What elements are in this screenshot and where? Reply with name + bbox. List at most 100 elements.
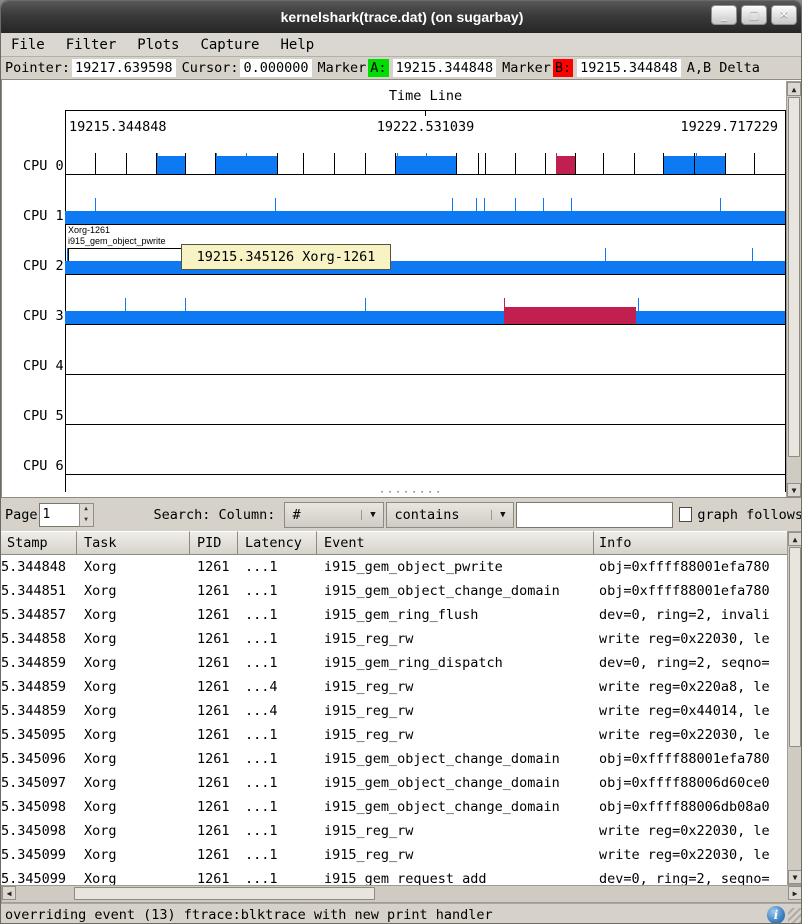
table-scroll-down-icon[interactable]: ▼ [788, 870, 802, 884]
graph-scroll-thumb[interactable] [788, 97, 800, 457]
cpu-plot[interactable] [65, 287, 785, 337]
table-vscrollbar[interactable]: ▲ ▼ [787, 531, 802, 885]
cell-pid: 1261 [190, 871, 238, 885]
scroll-left-icon[interactable]: ◀ [2, 886, 16, 900]
cpu-run-segment-red[interactable] [504, 307, 636, 324]
hover-event-label: i915_gem_object_pwrite [68, 236, 166, 246]
search-bar: Page ▲▼ Search: Column: # ▼ contains ▼ g… [1, 498, 802, 531]
cell-latency: ...1 [238, 559, 317, 575]
cell-pid: 1261 [190, 775, 238, 791]
table-row[interactable]: 5.345098Xorg1261...1i915_gem_object_chan… [1, 795, 787, 819]
cell-task: Xorg [77, 847, 190, 863]
spin-up-icon[interactable]: ▲ [80, 504, 93, 515]
cpu-run-bar[interactable] [65, 311, 785, 324]
cpu-plot[interactable] [65, 237, 785, 287]
table-row[interactable]: 5.344859Xorg1261...4i915_reg_rwwrite reg… [1, 699, 787, 723]
event-tick-blue [216, 153, 217, 174]
event-tick-black [277, 153, 278, 174]
event-tick-black [725, 153, 726, 174]
table-row[interactable]: 5.344848Xorg1261...1i915_gem_object_pwri… [1, 555, 787, 579]
cpu-run-bar[interactable] [65, 261, 785, 274]
pane-splitter-handle[interactable]: ········ [379, 490, 427, 496]
marker-a-value: 19215.344848 [393, 59, 497, 77]
menu-file[interactable]: File [11, 37, 45, 53]
graph-follows-checkbox[interactable] [679, 507, 692, 522]
status-bar: overriding event (13) ftrace:blktrace wi… [1, 903, 802, 924]
cell-event: i915_gem_object_change_domain [317, 751, 594, 767]
menu-filter[interactable]: Filter [66, 37, 117, 53]
maximize-button[interactable]: □ [741, 5, 767, 25]
cpu-label: CPU 1 [23, 208, 64, 224]
table-row[interactable]: 5.344851Xorg1261...1i915_gem_object_chan… [1, 579, 787, 603]
cell-event: i915_reg_rw [317, 631, 594, 647]
cpu-plot[interactable] [65, 137, 785, 187]
table-row[interactable]: 5.345098Xorg1261...1i915_reg_rwwrite reg… [1, 819, 787, 843]
event-tick-blue [397, 153, 398, 174]
cpu-plot[interactable] [65, 387, 785, 437]
close-button[interactable]: ✕ [771, 5, 797, 25]
header-event[interactable]: Event [317, 531, 594, 555]
table-row[interactable]: 5.344859Xorg1261...1i915_gem_ring_dispat… [1, 651, 787, 675]
cpu-run-segment-blue[interactable] [156, 156, 185, 174]
cell-latency: ...1 [238, 727, 317, 743]
resize-grip[interactable] [788, 908, 802, 923]
timeline-graph-panel[interactable]: Time Line 19215.344848 19222.531039 1922… [1, 79, 802, 498]
event-tick-blue [426, 153, 427, 174]
table-hscrollbar[interactable]: ◀ ▶ [1, 885, 802, 903]
table-row[interactable]: 5.345096Xorg1261...1i915_gem_object_chan… [1, 747, 787, 771]
cpu-plot[interactable] [65, 437, 785, 487]
graph-scroll-down-icon[interactable]: ▼ [787, 483, 801, 497]
hscroll-thumb[interactable] [74, 887, 375, 900]
cell-pid: 1261 [190, 679, 238, 695]
cell-task: Xorg [77, 655, 190, 671]
table-scroll-up-icon[interactable]: ▲ [788, 532, 802, 546]
header-task[interactable]: Task [77, 531, 190, 555]
event-tick-black [663, 153, 664, 174]
cell-pid: 1261 [190, 559, 238, 575]
pointer-label: Pointer: [3, 60, 72, 76]
cell-info: obj=0xffff88006db08a0 [594, 799, 787, 815]
header-latency[interactable]: Latency [238, 531, 317, 555]
delta-label: A,B Delta [685, 60, 762, 76]
cell-stamp: 5.345099 [1, 871, 77, 885]
spin-down-icon[interactable]: ▼ [80, 515, 93, 526]
scroll-right-icon[interactable]: ▶ [788, 886, 802, 900]
table-row[interactable]: 5.345097Xorg1261...1i915_gem_object_chan… [1, 771, 787, 795]
table-row[interactable]: 5.345099Xorg1261...1i915_reg_rwwrite reg… [1, 843, 787, 867]
graph-vscrollbar[interactable]: ▲ ▼ [786, 81, 802, 498]
cpu-run-bar[interactable] [65, 211, 785, 224]
menu-help[interactable]: Help [280, 37, 314, 53]
minimize-button[interactable]: _ [711, 5, 737, 25]
column-select[interactable]: # ▼ [284, 502, 384, 528]
header-pid[interactable]: PID [190, 531, 238, 555]
event-tick-black [478, 153, 479, 174]
table-scroll-thumb[interactable] [789, 547, 801, 747]
table-row[interactable]: 5.344858Xorg1261...1i915_reg_rwwrite reg… [1, 627, 787, 651]
cell-task: Xorg [77, 583, 190, 599]
header-info[interactable]: Info [594, 531, 787, 555]
cpu-plot[interactable] [65, 187, 785, 237]
page-spinner-buttons[interactable]: ▲▼ [79, 503, 94, 527]
menu-capture[interactable]: Capture [200, 37, 259, 53]
cpu-run-segment-red[interactable] [556, 156, 576, 174]
table-row[interactable]: 5.345099Xorg1261...1i915_gem_request_add… [1, 867, 787, 885]
cell-latency: ...4 [238, 679, 317, 695]
header-stamp[interactable]: Stamp [1, 531, 77, 555]
table-row[interactable]: 5.344857Xorg1261...1i915_gem_ring_flushd… [1, 603, 787, 627]
search-input[interactable] [516, 502, 673, 528]
match-operator-select[interactable]: contains ▼ [386, 502, 514, 528]
table-row[interactable]: 5.344859Xorg1261...4i915_reg_rwwrite reg… [1, 675, 787, 699]
event-tick-blue [185, 298, 186, 311]
table-row[interactable]: 5.345095Xorg1261...1i915_reg_rwwrite reg… [1, 723, 787, 747]
page-input[interactable] [39, 503, 79, 527]
cpu-baseline [65, 224, 785, 225]
menu-plots[interactable]: Plots [137, 37, 179, 53]
graph-scroll-up-icon[interactable]: ▲ [787, 82, 801, 96]
cpu-plot[interactable] [65, 337, 785, 387]
hover-connector-line [68, 248, 182, 249]
cell-pid: 1261 [190, 703, 238, 719]
cell-event: i915_reg_rw [317, 727, 594, 743]
event-tick-blue [157, 153, 158, 174]
title-bar[interactable]: kernelshark(trace.dat) (on sugarbay) _ □… [1, 1, 802, 33]
cell-stamp: 5.345095 [1, 727, 77, 743]
